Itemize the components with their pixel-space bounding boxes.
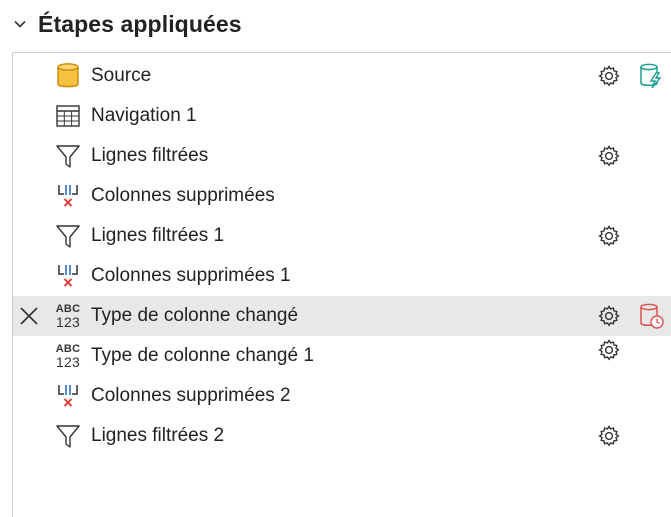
delete-step-icon[interactable] [19,306,39,326]
remove-columns-icon [53,181,83,211]
remove-columns-icon [53,381,83,411]
abc-123-type-icon: ABC 123 [53,341,83,371]
step-row-source[interactable]: Source [13,56,671,96]
gear-icon[interactable] [597,64,621,88]
type-icon-123: 123 [56,353,80,370]
applied-steps-header[interactable]: Étapes appliquées [12,8,242,40]
remove-columns-icon [53,261,83,291]
step-label: Type de colonne changé 1 [91,345,314,366]
step-label: Colonnes supprimées 2 [91,385,291,406]
step-row-lignes-filtrees[interactable]: Lignes filtrées [13,136,671,176]
panel-title: Étapes appliquées [38,10,242,37]
step-row-type-de-colonne-change[interactable]: ABC 123 Type de colonne changé [13,296,671,336]
table-icon [53,101,83,131]
step-label: Type de colonne changé [91,305,299,326]
step-row-lignes-filtrees-2[interactable]: Lignes filtrées 2 [13,416,671,456]
step-row-navigation-1[interactable]: Navigation 1 [13,96,671,136]
database-clock-icon[interactable] [637,302,665,330]
database-lightning-icon[interactable] [637,62,665,90]
step-row-lignes-filtrees-1[interactable]: Lignes filtrées 1 [13,216,671,256]
step-label: Lignes filtrées [91,145,209,166]
gear-icon[interactable] [597,338,621,362]
filter-icon [53,221,83,251]
step-label: Source [91,65,152,86]
step-row-colonnes-supprimees-1[interactable]: Colonnes supprimées 1 [13,256,671,296]
filter-icon [53,141,83,171]
filter-icon [53,421,83,451]
step-label: Lignes filtrées 1 [91,225,225,246]
gear-icon[interactable] [597,304,621,328]
step-row-colonnes-supprimees[interactable]: Colonnes supprimées [13,176,671,216]
database-icon [53,61,83,91]
gear-icon[interactable] [597,424,621,448]
step-label: Lignes filtrées 2 [91,425,225,446]
step-label: Navigation 1 [91,105,197,126]
step-row-colonnes-supprimees-2[interactable]: Colonnes supprimées 2 [13,376,671,416]
applied-steps-panel: Étapes appliquées Source Navigation 1 Li… [0,0,671,517]
chevron-down-icon [14,20,26,28]
gear-icon[interactable] [597,144,621,168]
type-icon-abc: ABC [55,302,81,315]
abc-123-type-icon: ABC 123 [53,301,83,331]
step-label: Colonnes supprimées [91,185,275,206]
gear-icon[interactable] [597,224,621,248]
type-icon-abc: ABC [55,342,81,355]
type-icon-123: 123 [56,313,80,330]
step-label: Colonnes supprimées 1 [91,265,291,286]
step-row-type-de-colonne-change-1[interactable]: ABC 123 Type de colonne changé 1 [13,336,671,376]
applied-steps-list: Source Navigation 1 Lignes filtrées Colo… [12,52,671,517]
